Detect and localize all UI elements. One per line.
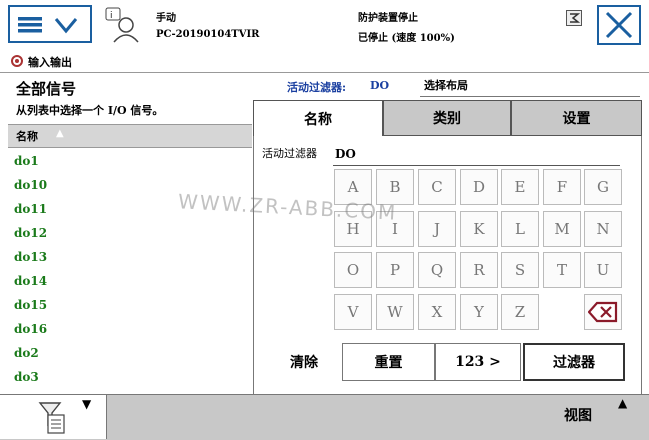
- filter-input-label: 活动过滤器: [262, 147, 317, 160]
- dropdown-arrow-icon: ▼: [82, 397, 92, 411]
- key-j[interactable]: J: [418, 211, 456, 247]
- key-u[interactable]: U: [584, 252, 622, 288]
- key-e[interactable]: E: [501, 169, 539, 205]
- app-title-bar: 输入输出: [0, 50, 649, 73]
- key-x[interactable]: X: [418, 294, 456, 330]
- tab-name[interactable]: 名称: [253, 100, 383, 136]
- key-t[interactable]: T: [543, 252, 581, 288]
- run-status: 已停止 (速度 100%): [358, 33, 455, 44]
- list-item[interactable]: do12: [14, 226, 47, 240]
- view-menu-button[interactable]: 视图 ▲: [534, 395, 648, 439]
- key-f[interactable]: F: [543, 169, 581, 205]
- clear-button[interactable]: 清除: [266, 343, 342, 381]
- key-l[interactable]: L: [501, 211, 539, 247]
- filter-icon: [38, 402, 65, 434]
- key-d[interactable]: D: [460, 169, 498, 205]
- list-item[interactable]: do15: [14, 298, 47, 312]
- key-p[interactable]: P: [376, 252, 414, 288]
- signal-list: do1 do10 do11 do12 do13 do14 do15 do16 d…: [8, 148, 252, 392]
- layout-selector[interactable]: 选择布局: [420, 74, 640, 97]
- list-item[interactable]: do3: [14, 370, 39, 384]
- operating-mode: 手动: [156, 13, 176, 24]
- close-button[interactable]: [597, 5, 641, 45]
- close-icon: [605, 11, 633, 39]
- active-filter-value: DO: [370, 79, 390, 92]
- controller-name: PC-20190104TVIR: [156, 29, 260, 40]
- signal-list-title: 全部信号: [16, 80, 77, 98]
- filter-input-value: DO: [335, 147, 356, 161]
- filter-toggle-button[interactable]: ▼: [0, 395, 107, 439]
- list-item[interactable]: do14: [14, 274, 47, 288]
- signal-list-hint: 从列表中选择一个 I/O 信号。: [16, 104, 164, 117]
- list-item[interactable]: do16: [14, 322, 47, 336]
- event-log-icon[interactable]: [566, 10, 582, 26]
- apply-filter-button[interactable]: 过滤器: [523, 343, 625, 381]
- safety-status: 防护装置停止: [358, 13, 418, 24]
- signal-column-header[interactable]: 名称 ▲: [8, 124, 252, 148]
- top-status-bar: i 手动 PC-20190104TVIR 防护装置停止 已停止 (速度 100%…: [0, 0, 649, 50]
- filter-input[interactable]: DO: [333, 143, 620, 166]
- abb-menu-button[interactable]: [8, 5, 92, 43]
- hamburger-icon: [18, 17, 78, 34]
- key-s[interactable]: S: [501, 252, 539, 288]
- backspace-key[interactable]: [584, 294, 622, 330]
- dropdown-up-arrow-icon: ▲: [618, 396, 628, 410]
- list-item[interactable]: do10: [14, 178, 47, 192]
- app-title: 输入输出: [28, 56, 72, 69]
- list-item[interactable]: do11: [14, 202, 47, 216]
- key-k[interactable]: K: [460, 211, 498, 247]
- key-q[interactable]: Q: [418, 252, 456, 288]
- divider: [0, 72, 649, 73]
- key-w[interactable]: W: [376, 294, 414, 330]
- key-c[interactable]: C: [418, 169, 456, 205]
- svg-text:i: i: [110, 11, 113, 21]
- operator-window-icon[interactable]: i: [104, 6, 142, 44]
- tab-category[interactable]: 类别: [383, 100, 511, 136]
- active-filter-label: 活动过滤器:: [287, 81, 347, 94]
- backspace-icon: [588, 301, 618, 323]
- key-y[interactable]: Y: [460, 294, 498, 330]
- column-name-label: 名称: [16, 130, 38, 143]
- key-o[interactable]: O: [334, 252, 372, 288]
- view-menu-label: 视图: [564, 408, 592, 424]
- reset-button[interactable]: 重置: [342, 343, 435, 381]
- key-r[interactable]: R: [460, 252, 498, 288]
- key-v[interactable]: V: [334, 294, 372, 330]
- key-n[interactable]: N: [584, 211, 622, 247]
- bottom-command-bar: ▼ 视图 ▲: [0, 394, 649, 440]
- list-item[interactable]: do13: [14, 250, 47, 264]
- layout-label: 选择布局: [424, 79, 468, 92]
- key-z[interactable]: Z: [501, 294, 539, 330]
- numeric-keyboard-button[interactable]: 123 >: [435, 343, 521, 381]
- key-m[interactable]: M: [543, 211, 581, 247]
- sort-ascending-icon: ▲: [56, 128, 64, 139]
- key-g[interactable]: G: [584, 169, 622, 205]
- list-item[interactable]: do1: [14, 154, 39, 168]
- io-icon: [10, 54, 24, 71]
- tab-settings[interactable]: 设置: [511, 100, 642, 136]
- list-item[interactable]: do2: [14, 346, 39, 360]
